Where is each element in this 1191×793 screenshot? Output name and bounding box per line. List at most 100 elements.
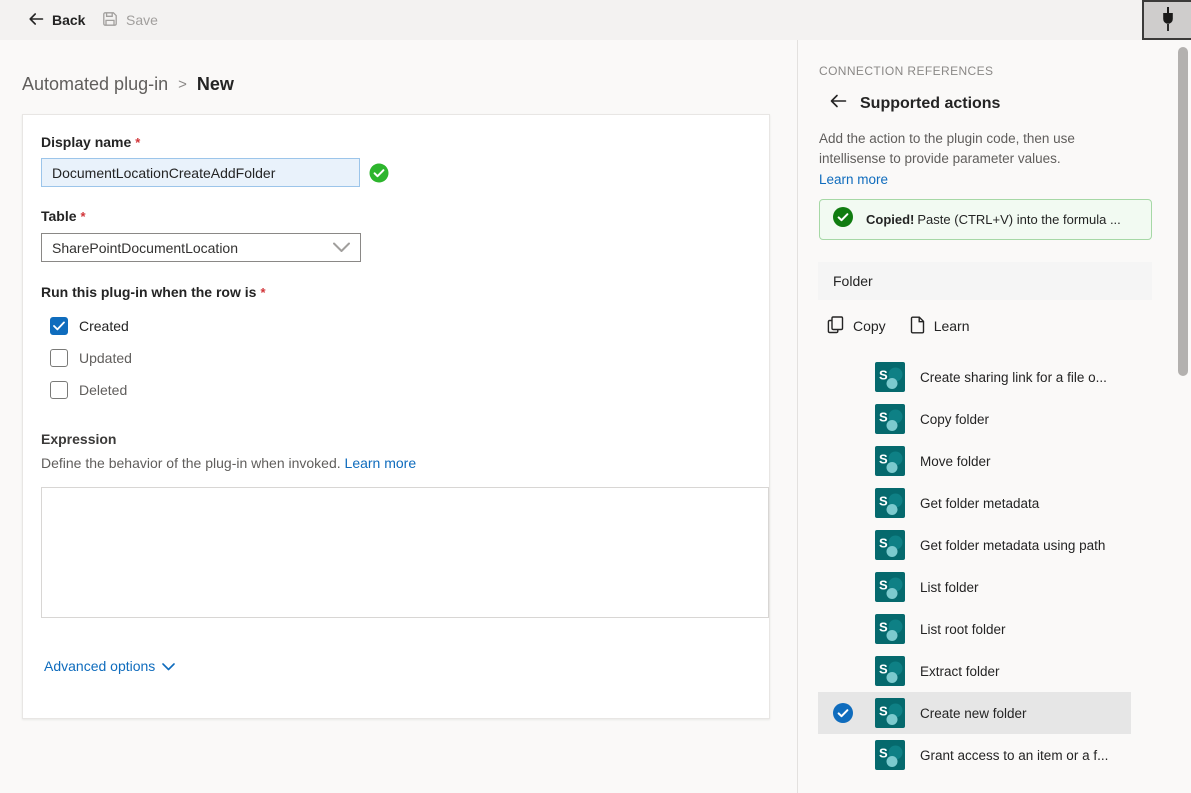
- panel-title-row: Supported actions: [829, 93, 1000, 114]
- svg-text:S: S: [879, 452, 888, 467]
- valid-check-icon: [369, 163, 389, 183]
- breadcrumb-parent[interactable]: Automated plug-in: [22, 74, 168, 95]
- plugin-connector-button[interactable]: [1142, 0, 1191, 40]
- toast-message-bold: Copied!: [866, 212, 915, 227]
- checkbox-label: Updated: [79, 350, 132, 366]
- chevron-down-icon: [333, 240, 350, 256]
- sharepoint-icon: S: [875, 740, 905, 770]
- svg-text:S: S: [879, 410, 888, 425]
- sharepoint-icon: S: [875, 488, 905, 518]
- plug-icon: [1157, 6, 1179, 35]
- back-arrow-icon: [28, 11, 44, 30]
- back-label: Back: [52, 12, 86, 28]
- sharepoint-icon: S: [875, 614, 905, 644]
- action-label: Copy folder: [920, 411, 990, 427]
- plugin-form-card: Display name* Table* SharePointDocumentL…: [22, 114, 770, 719]
- save-button[interactable]: Save: [102, 0, 158, 40]
- expression-editor[interactable]: [41, 487, 769, 618]
- action-row[interactable]: S List root folder: [818, 608, 1131, 650]
- panel-eyebrow: CONNECTION REFERENCES: [819, 64, 994, 78]
- copy-button-label: Copy: [853, 318, 886, 334]
- sharepoint-icon: S: [875, 530, 905, 560]
- display-name-input[interactable]: [41, 158, 360, 187]
- save-icon: [102, 11, 118, 30]
- toast-message-text: Paste (CTRL+V) into the formula ...: [917, 212, 1121, 227]
- checkbox-icon[interactable]: [50, 381, 68, 399]
- expression-learn-more-link[interactable]: Learn more: [345, 455, 417, 471]
- success-check-icon: [833, 207, 853, 232]
- sharepoint-icon: S: [875, 698, 905, 728]
- sharepoint-icon: S: [875, 572, 905, 602]
- action-label: Get folder metadata using path: [920, 537, 1106, 553]
- panel-divider: [797, 40, 798, 793]
- breadcrumb-current: New: [196, 74, 234, 94]
- checkbox-icon[interactable]: [50, 317, 68, 335]
- sharepoint-icon: S: [875, 446, 905, 476]
- trigger-checkbox-list: Created Updated Deleted: [50, 317, 132, 399]
- sharepoint-icon: S: [875, 404, 905, 434]
- svg-text:S: S: [879, 494, 888, 509]
- svg-text:S: S: [879, 578, 888, 593]
- breadcrumb: Automated plug-in > New: [22, 74, 234, 95]
- expression-description: Define the behavior of the plug-in when …: [41, 455, 417, 471]
- svg-text:S: S: [879, 746, 888, 761]
- breadcrumb-separator: >: [178, 76, 187, 93]
- panel-button-row: Copy Learn: [819, 309, 982, 343]
- action-row[interactable]: S Move folder: [818, 440, 1131, 482]
- advanced-options-toggle[interactable]: Advanced options: [44, 658, 176, 674]
- panel-scrollbar-thumb[interactable]: [1178, 47, 1188, 376]
- panel-description: Add the action to the plugin code, then …: [819, 131, 1075, 167]
- sharepoint-icon: S: [875, 362, 905, 392]
- trigger-checkbox-row[interactable]: Deleted: [50, 381, 132, 399]
- svg-text:S: S: [879, 620, 888, 635]
- display-name-label: Display name *: [41, 134, 141, 150]
- checkbox-icon[interactable]: [50, 349, 68, 367]
- action-label: Create new folder: [920, 705, 1027, 721]
- trigger-checkbox-row[interactable]: Created: [50, 317, 132, 335]
- action-label: List root folder: [920, 621, 1006, 637]
- toast-message: Copied! Paste (CTRL+V) into the formula .…: [866, 212, 1121, 227]
- trigger-label: Run this plug-in when the row is *: [41, 284, 266, 300]
- chevron-down-icon: [162, 658, 176, 674]
- command-bar: Back Save: [0, 0, 1191, 40]
- action-row[interactable]: S Create sharing link for a file o...: [818, 356, 1131, 398]
- required-marker: *: [80, 209, 86, 224]
- action-group-header: Folder: [818, 262, 1152, 300]
- action-row[interactable]: S Get folder metadata using path: [818, 524, 1131, 566]
- svg-text:S: S: [879, 704, 888, 719]
- action-row[interactable]: S Copy folder: [818, 398, 1131, 440]
- table-dropdown-value: SharePointDocumentLocation: [52, 239, 239, 256]
- learn-button[interactable]: Learn: [902, 309, 982, 343]
- action-label: Create sharing link for a file o...: [920, 369, 1107, 385]
- copied-toast: Copied! Paste (CTRL+V) into the formula .…: [819, 199, 1152, 240]
- required-marker: *: [260, 285, 266, 300]
- document-icon: [910, 316, 925, 337]
- action-row[interactable]: S Create new folder: [818, 692, 1131, 734]
- action-row[interactable]: S Grant access to an item or a f...: [818, 734, 1131, 776]
- table-dropdown[interactable]: SharePointDocumentLocation: [41, 233, 361, 262]
- copy-button[interactable]: Copy: [819, 309, 898, 343]
- selected-check-icon: [833, 703, 853, 723]
- sharepoint-icon: S: [875, 656, 905, 686]
- checkbox-label: Deleted: [79, 382, 128, 398]
- table-label: Table *: [41, 208, 86, 224]
- svg-text:S: S: [879, 536, 888, 551]
- action-label: List folder: [920, 579, 979, 595]
- trigger-checkbox-row[interactable]: Updated: [50, 349, 132, 367]
- required-marker: *: [135, 135, 141, 150]
- supported-actions-list: S Create sharing link for a file o... S …: [818, 356, 1131, 776]
- action-row[interactable]: S Extract folder: [818, 650, 1131, 692]
- panel-learn-more-link[interactable]: Learn more: [819, 172, 888, 187]
- save-label: Save: [126, 12, 158, 28]
- learn-button-label: Learn: [933, 318, 970, 334]
- action-row[interactable]: S Get folder metadata: [818, 482, 1131, 524]
- expression-label: Expression: [41, 431, 117, 447]
- action-label: Get folder metadata: [920, 495, 1040, 511]
- back-arrow-icon[interactable]: [829, 93, 847, 114]
- action-label: Move folder: [920, 453, 991, 469]
- copy-icon: [827, 315, 844, 337]
- action-row[interactable]: S List folder: [818, 566, 1131, 608]
- back-button[interactable]: Back: [28, 0, 85, 40]
- automated-plugin-editor: Back Save Automated plug-in > New Displa…: [0, 0, 1191, 793]
- panel-title: Supported actions: [860, 94, 1001, 112]
